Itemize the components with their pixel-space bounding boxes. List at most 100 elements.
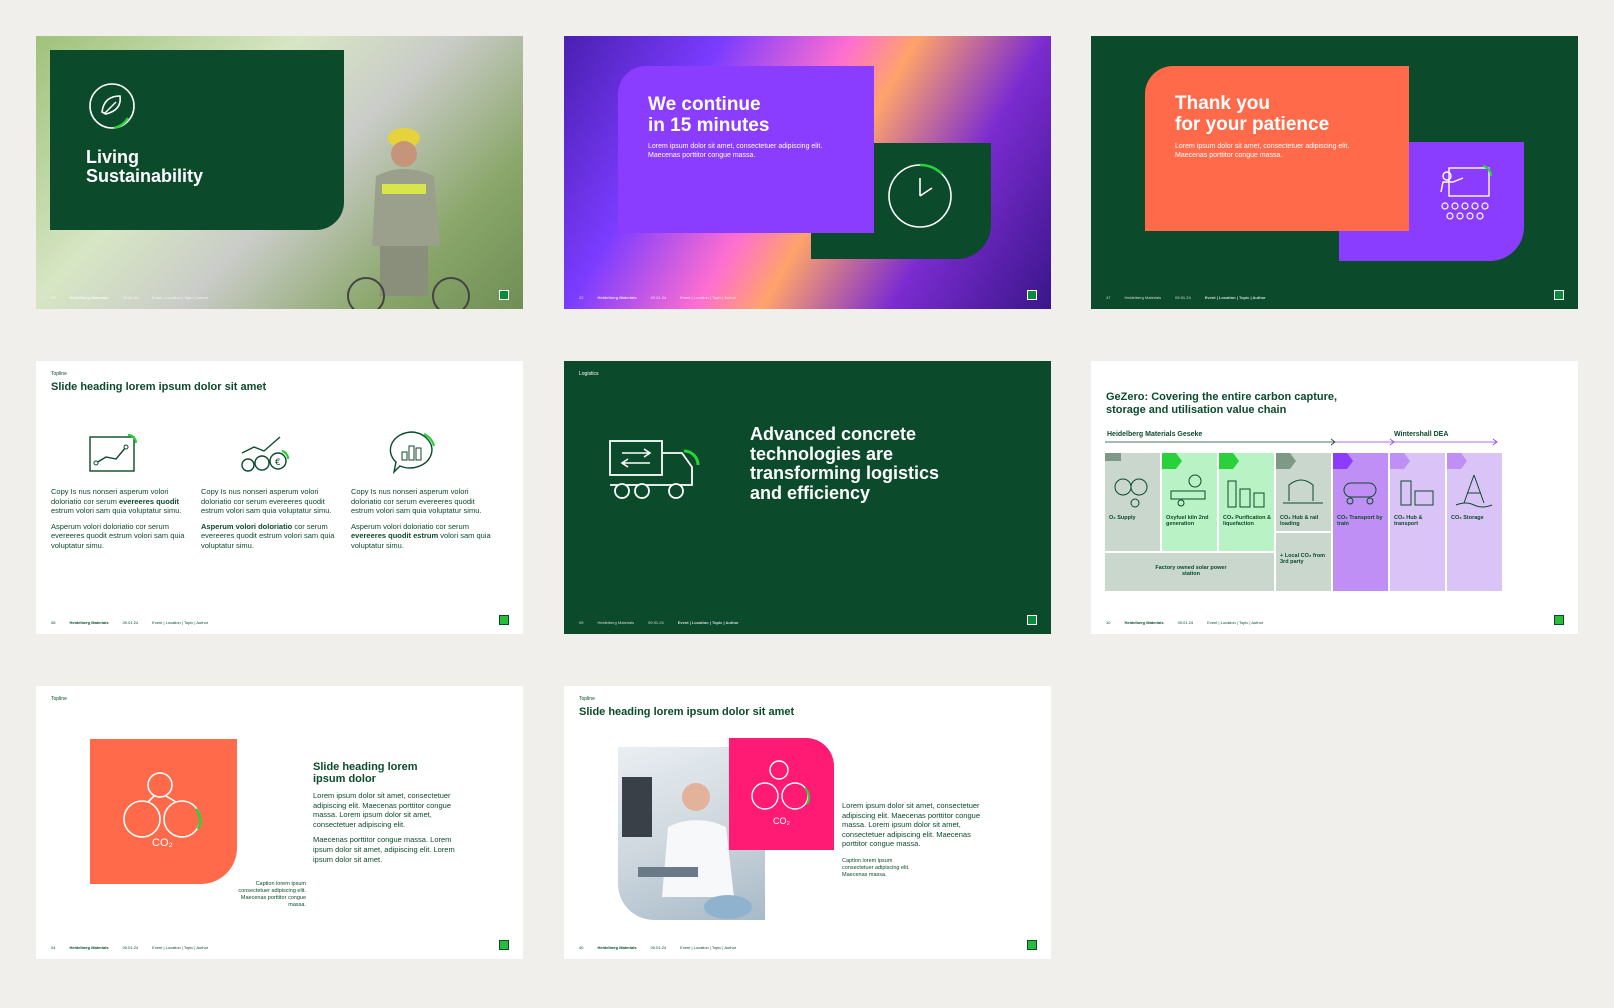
slide-topline: Logistics <box>579 371 599 377</box>
brand-logo-icon <box>499 615 509 625</box>
train-tanker-icon <box>1343 482 1377 505</box>
slide-heading: Slide heading lorem ipsum dolor sit amet <box>579 706 795 718</box>
slide-footer: 05 Heidelberg Materials 09.01.24 Event |… <box>51 295 208 300</box>
clock-icon <box>888 163 952 228</box>
column-1-copy: Copy Is nus nonseri asperum volori dolor… <box>51 487 185 550</box>
solar-station-box: Factory owned solar power station <box>1105 553 1274 591</box>
title-panel: Thank you for your patience Lorem ipsum … <box>1145 66 1409 231</box>
slide-living-sustainability[interactable]: Living Sustainability 05 Heidelberg Mate… <box>36 36 523 309</box>
page-number: 10 <box>1106 620 1111 625</box>
hub-tank-icon <box>1400 480 1434 506</box>
bar-chart-speech-icon <box>389 431 436 475</box>
group-arrows <box>1105 438 1498 446</box>
slide-footer: 47 Heidelberg Materials 09.01.24 Event |… <box>1106 295 1266 300</box>
slide-footer: 04 Heidelberg Materials 09.01.24 Event |… <box>51 945 208 950</box>
footer-meta: Event | Location | Topic | Author <box>152 945 209 950</box>
footer-meta: Event | Location | Topic | Author <box>152 295 209 300</box>
footer-meta: Event | Location | Topic | Author <box>680 295 737 300</box>
footer-brand: Heidelberg Materials <box>597 620 635 625</box>
slide-topline: Topline <box>51 696 67 702</box>
page-number: 22 <box>579 295 584 300</box>
co2-panel: CO₂ <box>729 738 834 850</box>
presenter-audience-icon <box>1440 164 1493 220</box>
footer-date: 09.01.24 <box>122 620 139 625</box>
slide5-title-line4: and efficiency <box>750 482 871 503</box>
page-number: 04 <box>51 945 56 950</box>
slide7-heading-line2: ipsum dolor <box>313 772 376 785</box>
footer-brand: Heidelberg Materials <box>597 295 637 300</box>
brand-logo-icon <box>1554 615 1564 625</box>
slide7-heading-line1: Slide heading lorem <box>313 761 418 773</box>
step-label: Oxyfuel kiln 2nd generation <box>1166 515 1209 527</box>
image-caption: Caption lorem ipsum consectetuer adipisc… <box>842 858 910 878</box>
step-label: CO₂ Hub & rail loading <box>1280 515 1319 527</box>
page-number: 47 <box>1106 295 1111 300</box>
slide-thank-you[interactable]: Thank you for your patience Lorem ipsum … <box>1091 36 1578 309</box>
column-2-copy: Copy Is nus nonseri asperum volori dolor… <box>201 487 335 550</box>
slide-logistics[interactable]: Logistics Advanced concrete technologies… <box>564 361 1051 634</box>
slide-three-columns[interactable]: Topline Slide heading lorem ipsum dolor … <box>36 361 523 634</box>
brand-logo-icon <box>499 290 509 300</box>
slide2-title-line2: in 15 minutes <box>648 115 770 136</box>
value-chain-step: O₂ Supply <box>1105 453 1160 551</box>
slide-scientist[interactable]: Topline Slide heading lorem ipsum dolor … <box>564 686 1051 959</box>
footer-brand: Heidelberg Materials <box>1124 620 1164 625</box>
co2-label: CO₂ <box>773 816 790 826</box>
footer-brand: Heidelberg Materials <box>69 620 109 625</box>
value-chain-step: CO₂ Purification & liquefaction <box>1219 453 1274 551</box>
slide-co2-coral[interactable]: Topline CO₂ Slide heading lorem ipsum do… <box>36 686 523 959</box>
purification-plant-icon <box>1227 480 1265 508</box>
brand-logo-icon <box>1027 940 1037 950</box>
footer-date: 09.01.24 <box>1177 620 1194 625</box>
slide6-title-line1: GeZero: Covering the entire carbon captu… <box>1106 391 1338 403</box>
footer-brand: Heidelberg Materials <box>597 945 637 950</box>
slide-footer: 40 Heidelberg Materials 09.01.24 Event |… <box>579 945 736 950</box>
brand-logo-icon <box>1554 290 1564 300</box>
slide3-body-line2: Maecenas porttitor congue massa. <box>1175 152 1283 159</box>
slide-footer: 08 Heidelberg Materials 09.01.24 Event |… <box>51 620 208 625</box>
value-chain-step: CO₂ Hub & transport <box>1390 453 1445 591</box>
svg-text:€: € <box>275 458 281 468</box>
column-3-copy: Copy Is nus nonseri asperum volori dolor… <box>351 487 491 550</box>
slide-footer: 10 Heidelberg Materials 09.01.24 Event |… <box>1106 620 1263 625</box>
slide3-title-line2: for your patience <box>1175 114 1330 135</box>
oxygen-molecule-icon <box>1114 478 1148 508</box>
value-chain-step: CO₂ Storage <box>1447 453 1502 591</box>
footer-date: 09.01.24 <box>648 620 664 625</box>
slide1-title-line2: Sustainability <box>86 166 204 186</box>
rail-loading-icon <box>1283 479 1323 504</box>
step-label: CO₂ Transport by train <box>1337 515 1383 527</box>
brand-logo-icon <box>1027 615 1037 625</box>
slide2-body-line2: Maecenas porttitor congue massa. <box>648 152 756 159</box>
slide8-body: Lorem ipsum dolor sit amet, consectetuer… <box>842 801 980 849</box>
slide3-body-line1: Lorem ipsum dolor sit amet, consectetuer… <box>1175 143 1350 150</box>
slide-heading: Slide heading lorem ipsum dolor sit amet <box>51 381 267 393</box>
brand-logo-icon <box>1027 290 1037 300</box>
group-label-wintershall: Wintershall DEA <box>1394 431 1449 438</box>
photo-cyclist <box>336 96 476 309</box>
footer-meta: Event | Location | Topic | Author <box>1207 620 1264 625</box>
slide5-title-line1: Advanced concrete <box>750 424 917 444</box>
step-label: CO₂ Hub & transport <box>1394 515 1423 527</box>
footer-date: 09.01.24 <box>650 295 667 300</box>
euro-growth-icon: € <box>241 436 290 472</box>
value-chain-step: CO₂ Hub & rail loading <box>1276 453 1331 531</box>
local-co2-box: + Local CO₂ from 3rd party <box>1276 533 1331 591</box>
step-label: CO₂ Storage <box>1451 515 1484 521</box>
footer-meta: Event | Location | Topic | Author <box>1204 295 1266 300</box>
slide1-title-line1: Living <box>86 147 139 167</box>
footer-date: 09.01.24 <box>650 945 667 950</box>
slide2-body-line1: Lorem ipsum dolor sit amet, consectetuer… <box>648 143 823 150</box>
value-chain-step: CO₂ Transport by train <box>1333 453 1388 591</box>
step-label: CO₂ Purification & liquefaction <box>1223 515 1271 527</box>
slide-footer: 09 Heidelberg Materials 09.01.24 Event |… <box>579 620 739 625</box>
co2-label: CO₂ <box>152 837 173 849</box>
slide-topline: Topline <box>579 696 595 702</box>
page-number: 05 <box>51 295 56 300</box>
title-panel: Living Sustainability <box>50 50 344 230</box>
slide-gezero-value-chain[interactable]: GeZero: Covering the entire carbon captu… <box>1091 361 1578 634</box>
slide-we-continue[interactable]: We continue in 15 minutes Lorem ipsum do… <box>564 36 1051 309</box>
recycle-leaf-icon <box>89 83 135 130</box>
slide5-title-line2: technologies are <box>750 443 894 464</box>
slide6-title-line2: storage and utilisation value chain <box>1106 403 1287 416</box>
